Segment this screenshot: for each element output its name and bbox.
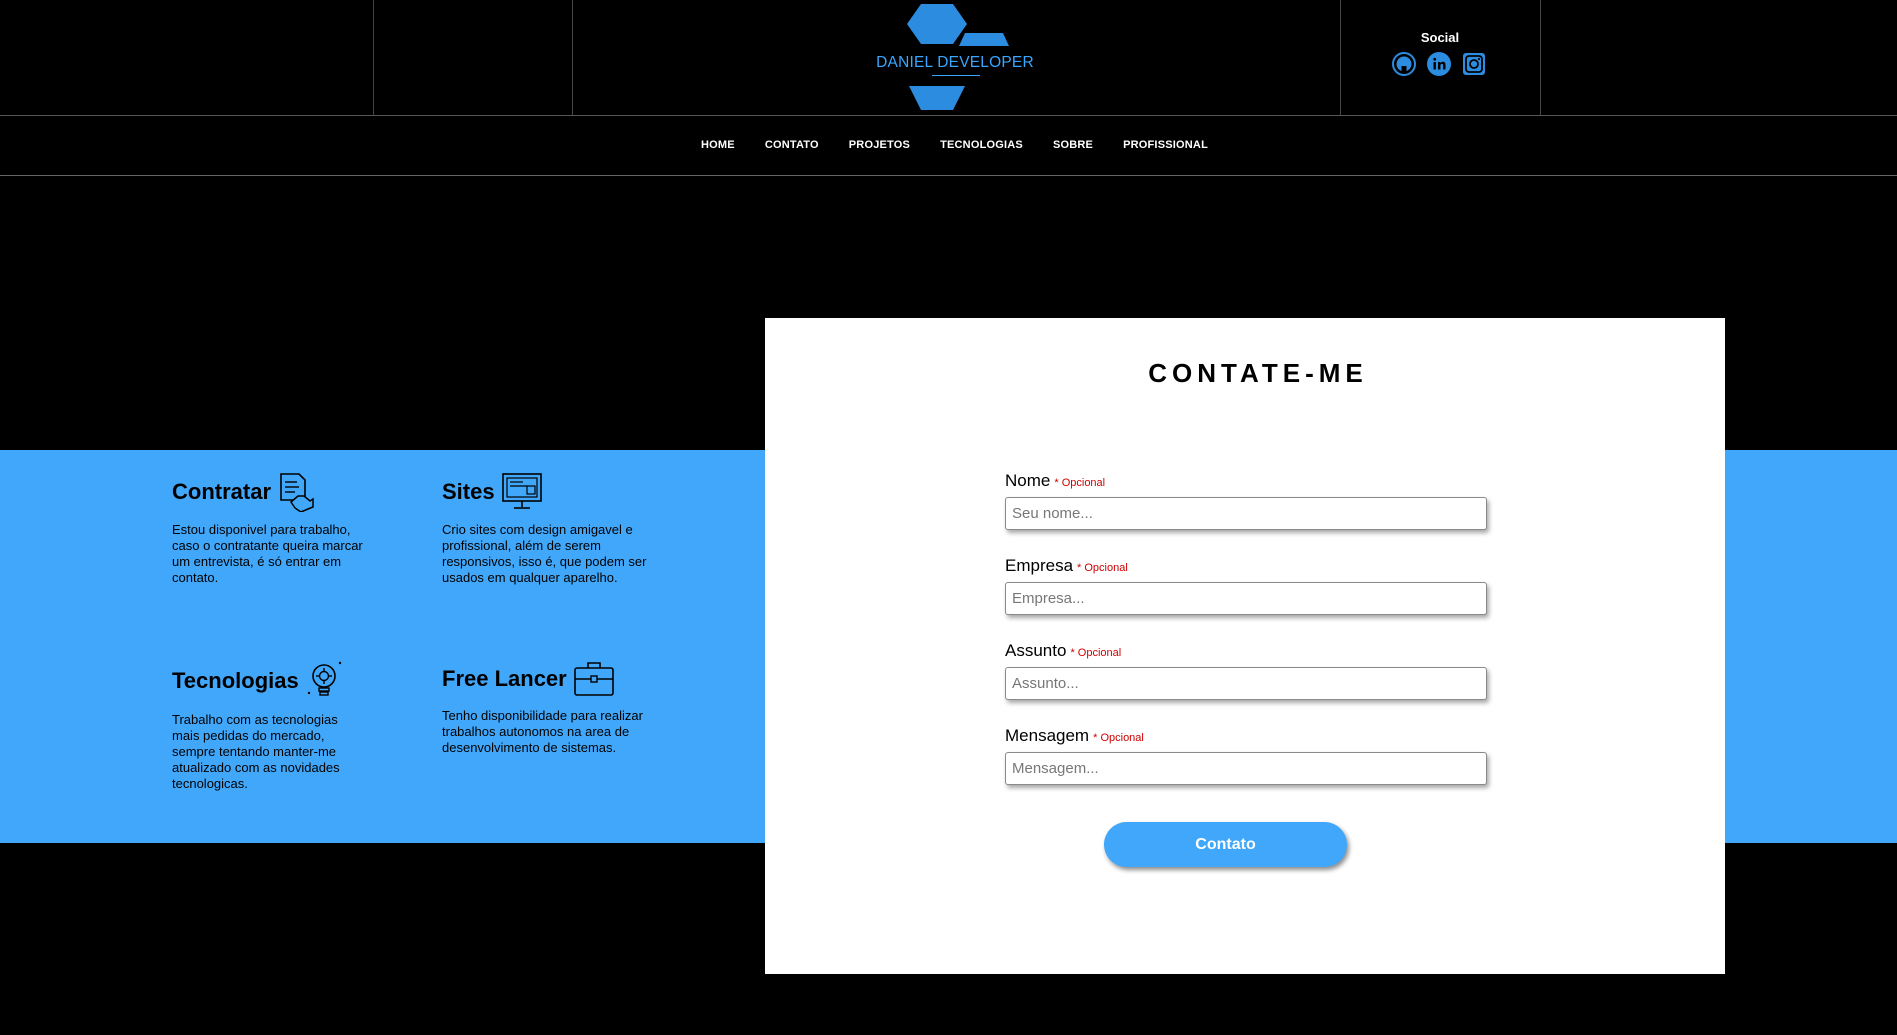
- header-divider: [572, 0, 573, 115]
- site-logo[interactable]: DANIEL DEVELOPER: [875, 0, 1035, 115]
- github-icon[interactable]: [1392, 52, 1416, 76]
- feature-title-text: Contratar: [172, 479, 272, 504]
- nav-item-tecnologias[interactable]: TECNOLOGIAS: [940, 139, 1023, 151]
- main-nav: HOME CONTATO PROJETOS TECNOLOGIAS SOBRE …: [0, 115, 1897, 176]
- feature-title-text: Free Lancer: [442, 666, 567, 691]
- feature-title: Free Lancer: [442, 660, 647, 698]
- feature-title-text: Tecnologias: [172, 668, 299, 693]
- handshake-document-icon: [280, 473, 314, 512]
- subject-input[interactable]: [1005, 667, 1487, 700]
- field-label: Mensagem: [1005, 726, 1090, 745]
- feature-title-text: Sites: [442, 479, 495, 504]
- optional-note: * Opcional: [1070, 647, 1122, 659]
- social-icons: [1392, 52, 1486, 76]
- feature-contratar: Contratar Estou disponivel para trabalho…: [172, 472, 372, 586]
- site-header: DANIEL DEVELOPER Social: [0, 0, 1897, 116]
- social-section: Social: [1340, 0, 1540, 115]
- nav-item-home[interactable]: HOME: [701, 139, 735, 151]
- optional-note: * Opcional: [1077, 562, 1128, 574]
- contact-form-card: CONTATE-ME Nome* Opcional Empresa* Opcio…: [765, 318, 1725, 974]
- nav-item-projetos[interactable]: PROJETOS: [849, 139, 910, 151]
- header-divider: [1540, 0, 1541, 115]
- contact-form-title: CONTATE-ME: [1148, 358, 1368, 388]
- feature-tecnologias: Tecnologias Trabalho com as tecnologias …: [172, 660, 362, 792]
- company-input[interactable]: [1005, 582, 1487, 615]
- feature-description: Crio sites com design amigavel e profiss…: [442, 522, 647, 585]
- nav-item-contato[interactable]: CONTATO: [765, 139, 819, 151]
- name-field-group: Nome * Opcional: [1005, 471, 1487, 530]
- logo-text: DANIEL DEVELOPER: [876, 54, 1034, 71]
- logo-underline: [932, 75, 980, 76]
- nav-item-profissional[interactable]: PROFISSIONAL: [1123, 139, 1208, 151]
- feature-title: Sites: [442, 472, 647, 512]
- feature-free-lancer: Free Lancer Tenho disponibilidade para r…: [442, 660, 647, 756]
- message-input[interactable]: [1005, 752, 1487, 785]
- briefcase-icon: [573, 662, 614, 696]
- name-input[interactable]: [1005, 497, 1487, 530]
- feature-title: Tecnologias: [172, 660, 362, 702]
- feature-description: Estou disponivel para trabalho, caso o c…: [172, 522, 363, 585]
- company-field-group: Empresa * Opcional: [1005, 556, 1487, 615]
- feature-description: Tenho disponibilidade para realizar trab…: [442, 708, 643, 755]
- nav-item-sobre[interactable]: SOBRE: [1053, 139, 1093, 151]
- feature-sites: Sites Crio sites com design amigavel e p…: [442, 472, 647, 586]
- contact-submit-button[interactable]: Contato: [1104, 822, 1347, 867]
- field-label: Assunto: [1005, 641, 1067, 660]
- monitor-icon: [501, 473, 542, 509]
- optional-note: * Opcional: [1093, 732, 1144, 744]
- field-label: Empresa: [1005, 556, 1074, 575]
- instagram-icon[interactable]: [1462, 52, 1486, 76]
- message-field-group: Mensagem * Opcional: [1005, 726, 1487, 785]
- feature-description: Trabalho com as tecnologias mais pedidas…: [172, 712, 340, 791]
- subject-field-group: Assunto * Opcional: [1005, 641, 1487, 700]
- optional-note: * Opcional: [1054, 477, 1106, 489]
- lightbulb-gear-icon: [307, 661, 341, 696]
- header-divider: [373, 0, 374, 115]
- social-title: Social: [1420, 30, 1460, 45]
- linkedin-icon[interactable]: [1427, 52, 1451, 76]
- feature-title: Contratar: [172, 472, 372, 512]
- field-label: Nome: [1005, 471, 1051, 490]
- nav-list: HOME CONTATO PROJETOS TECNOLOGIAS SOBRE …: [0, 139, 1897, 151]
